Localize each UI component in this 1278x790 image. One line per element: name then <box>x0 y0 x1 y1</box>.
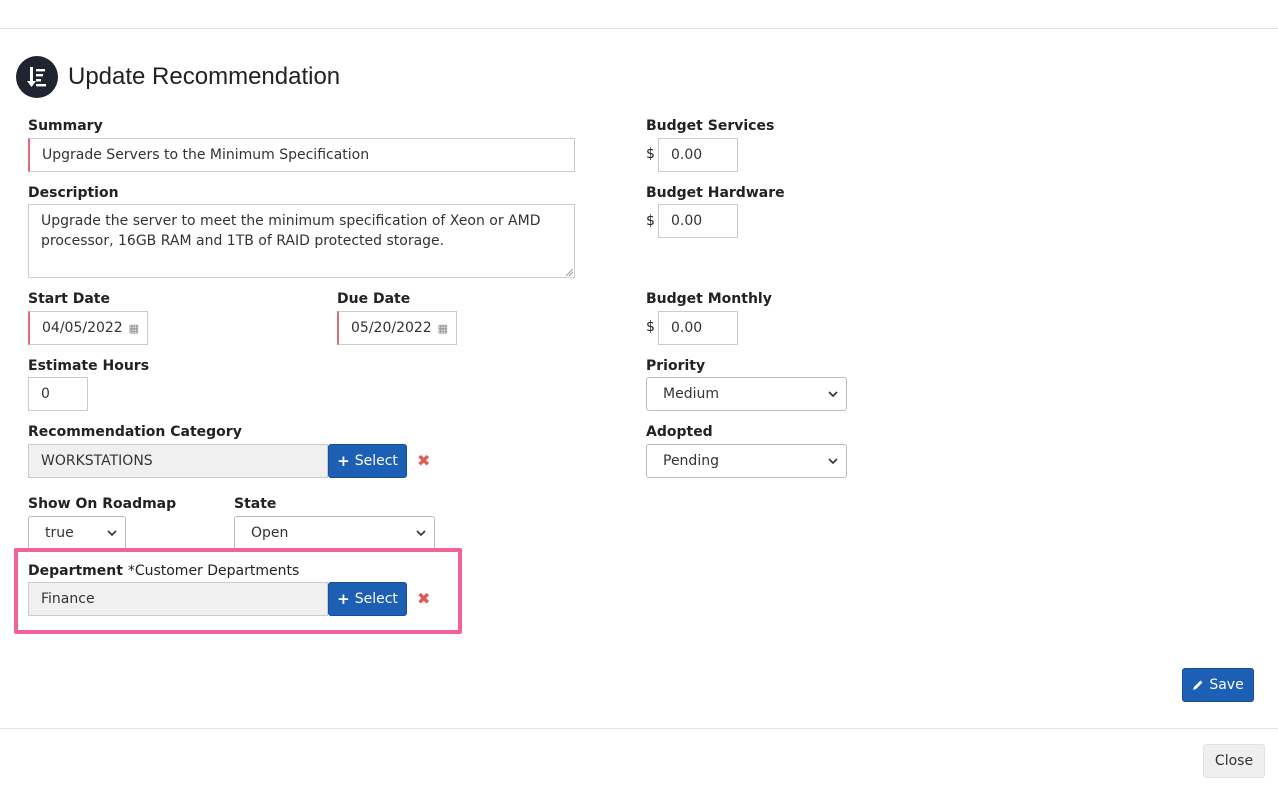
summary-label: Summary <box>28 118 103 134</box>
clear-department-icon[interactable]: ✖ <box>417 589 430 608</box>
budget-services-currency: $ <box>646 146 655 162</box>
state-select[interactable]: Open <box>234 516 435 550</box>
show-on-roadmap-label: Show On Roadmap <box>28 496 177 512</box>
close-button[interactable]: Close <box>1203 744 1265 778</box>
estimate-hours-label: Estimate Hours <box>28 358 150 374</box>
budget-hardware-currency: $ <box>646 213 655 229</box>
chevron-down-icon <box>416 530 426 537</box>
adopted-label: Adopted <box>646 424 713 440</box>
department-label-text: Department <box>28 563 123 579</box>
due-date-label: Due Date <box>337 291 411 307</box>
show-on-roadmap-select[interactable]: true <box>28 516 126 550</box>
modal-header: Update Recommendation <box>16 56 340 98</box>
estimate-hours-input[interactable]: 0 <box>28 377 88 411</box>
start-date-value: 04/05/2022 <box>42 320 123 336</box>
department-field: Finance <box>28 582 328 616</box>
recommendation-category-field: WORKSTATIONS <box>28 444 328 478</box>
description-label: Description <box>28 185 119 201</box>
budget-services-label: Budget Services <box>646 118 775 134</box>
footer-divider <box>0 728 1278 729</box>
department-note: *Customer Departments <box>127 563 300 579</box>
top-divider <box>0 28 1278 29</box>
budget-hardware-input[interactable]: 0.00 <box>658 204 738 238</box>
pencil-icon <box>1193 680 1203 690</box>
summary-input[interactable]: Upgrade Servers to the Minimum Specifica… <box>28 138 575 172</box>
category-select-label: Select <box>354 453 398 469</box>
list-sort-icon <box>16 56 58 98</box>
show-on-roadmap-value: true <box>45 525 74 541</box>
budget-monthly-currency: $ <box>646 319 655 335</box>
save-button[interactable]: Save <box>1182 668 1254 702</box>
priority-label: Priority <box>646 358 706 374</box>
due-date-input[interactable]: 05/20/2022 ▦ <box>337 311 457 345</box>
chevron-down-icon <box>107 530 117 537</box>
clear-category-icon[interactable]: ✖ <box>417 451 430 470</box>
description-textarea[interactable]: Upgrade the server to meet the minimum s… <box>28 204 575 278</box>
priority-value: Medium <box>663 386 719 402</box>
department-select-label: Select <box>354 591 398 607</box>
page-title: Update Recommendation <box>68 63 341 90</box>
budget-hardware-label: Budget Hardware <box>646 185 785 201</box>
priority-select[interactable]: Medium <box>646 377 847 411</box>
calendar-icon[interactable]: ▦ <box>438 322 448 335</box>
budget-services-input[interactable]: 0.00 <box>658 138 738 172</box>
description-text: Upgrade the server to meet the minimum s… <box>41 213 541 249</box>
category-select-button[interactable]: + Select <box>328 444 407 478</box>
due-date-value: 05/20/2022 <box>351 320 432 336</box>
resize-handle-icon[interactable] <box>565 268 573 276</box>
state-label: State <box>234 496 277 512</box>
recommendation-category-label: Recommendation Category <box>28 424 242 440</box>
department-label: Department *Customer Departments <box>28 563 299 579</box>
calendar-icon[interactable]: ▦ <box>129 322 139 335</box>
save-label: Save <box>1209 677 1244 693</box>
start-date-label: Start Date <box>28 291 110 307</box>
budget-monthly-label: Budget Monthly <box>646 291 772 307</box>
plus-icon: + <box>337 590 350 608</box>
start-date-input[interactable]: 04/05/2022 ▦ <box>28 311 148 345</box>
department-select-button[interactable]: + Select <box>328 582 407 616</box>
budget-monthly-input[interactable]: 0.00 <box>658 311 738 345</box>
chevron-down-icon <box>828 458 838 465</box>
adopted-select[interactable]: Pending <box>646 444 847 478</box>
state-value: Open <box>251 525 289 541</box>
plus-icon: + <box>337 452 350 470</box>
adopted-value: Pending <box>663 453 719 469</box>
chevron-down-icon <box>828 391 838 398</box>
